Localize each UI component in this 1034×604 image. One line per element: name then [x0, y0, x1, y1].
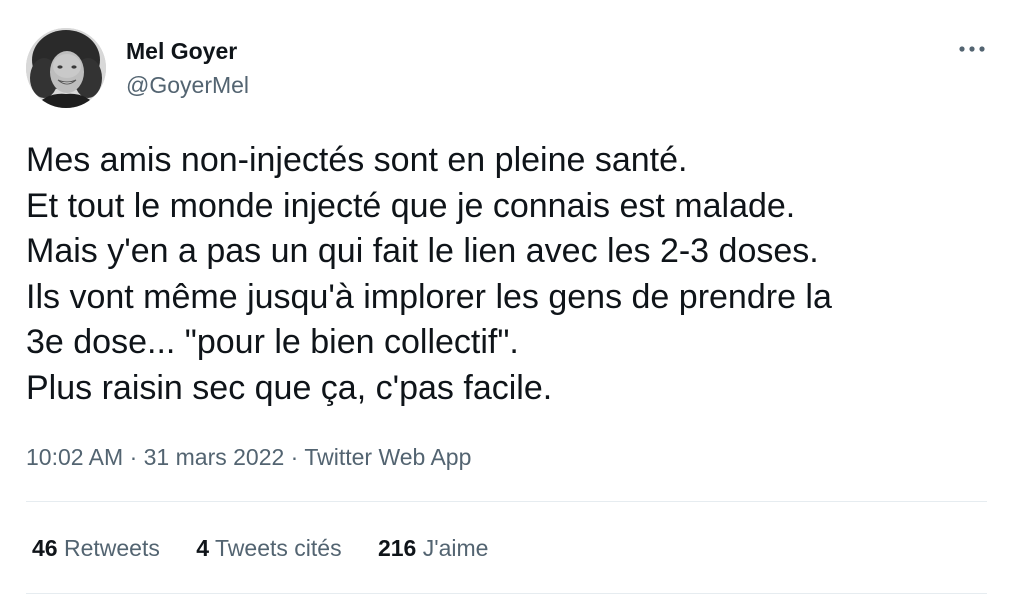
tweet-text-line: 3e dose... "pour le bien collectif".: [26, 323, 519, 361]
tweet-date[interactable]: 31 mars 2022: [144, 444, 285, 470]
retweets-label: Retweets: [63, 535, 160, 561]
tweet-text-line: Mais y'en a pas un qui fait le lien avec…: [26, 232, 819, 270]
quote-tweets-stat[interactable]: 4 Tweets cités: [196, 532, 341, 564]
tweet-source[interactable]: Twitter Web App: [304, 444, 471, 470]
likes-count: 216: [377, 535, 417, 561]
engagement-stats: 46 Retweets 4 Tweets cités 216 J'aime: [32, 532, 518, 564]
tweet-card: Mel Goyer @GoyerMel Mes amis non-injecté…: [0, 0, 1034, 604]
tweet-text-line: Mes amis non-injectés sont en pleine san…: [26, 141, 688, 179]
more-options-button[interactable]: [952, 38, 992, 62]
tweet-text-line: Et tout le monde injecté que je connais …: [26, 186, 796, 225]
likes-stat[interactable]: 216 J'aime: [378, 532, 489, 564]
tweet-text-line: Plus raisin sec que ça, c'pas facile.: [26, 368, 553, 407]
avatar-photo: [26, 28, 106, 108]
more-horizontal-icon: [959, 46, 985, 52]
tweet-text-line: Ils vont même jusqu'à implorer les gens …: [26, 277, 832, 316]
quote-tweets-label: Tweets cités: [215, 535, 342, 561]
retweets-stat[interactable]: 46 Retweets: [32, 532, 160, 564]
avatar[interactable]: [26, 28, 106, 108]
divider: [26, 593, 987, 594]
author-display-name[interactable]: Mel Goyer: [126, 36, 237, 66]
divider: [26, 501, 987, 502]
tweet-metadata: 10:02 AM · 31 mars 2022 · Twitter Web Ap…: [26, 441, 471, 473]
meta-separator: ·: [290, 444, 299, 470]
author-handle[interactable]: @GoyerMel: [126, 70, 249, 100]
retweets-count: 46: [32, 535, 58, 561]
tweet-text: Mes amis non-injectés sont en pleine san…: [26, 138, 1016, 411]
likes-label: J'aime: [422, 535, 489, 561]
tweet-time[interactable]: 10:02 AM: [26, 444, 123, 470]
quote-tweets-count: 4: [196, 535, 210, 561]
meta-separator: ·: [129, 444, 138, 470]
